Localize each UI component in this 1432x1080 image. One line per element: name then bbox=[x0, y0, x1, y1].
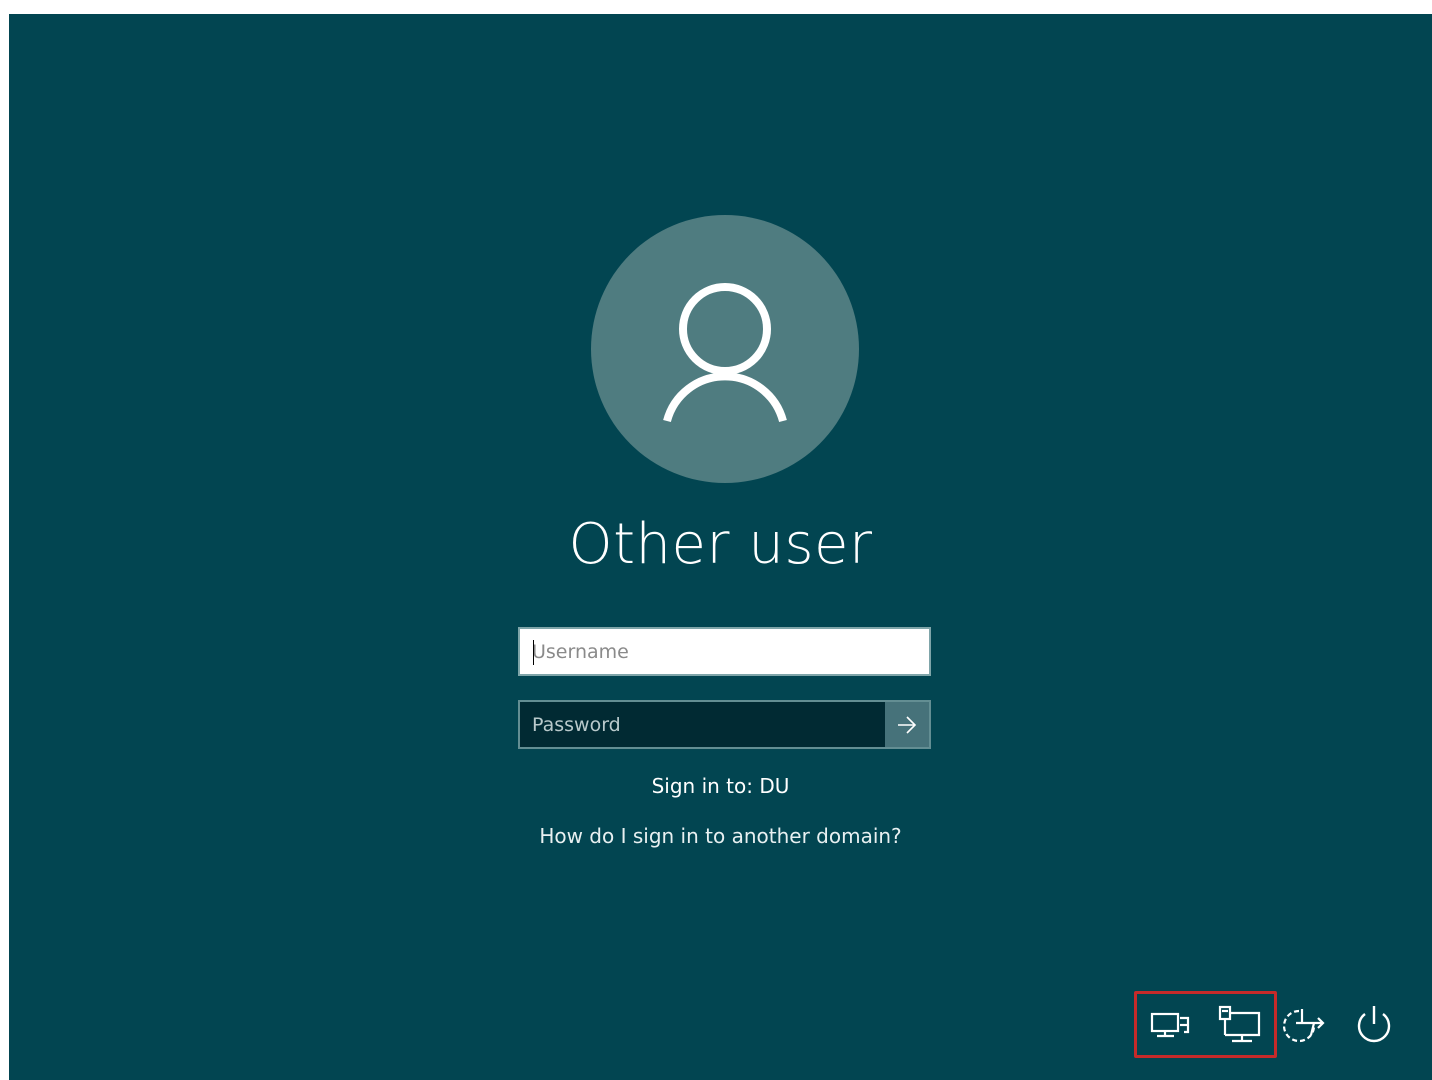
sign-in-domain-text: Sign in to: DU bbox=[651, 774, 790, 798]
user-icon bbox=[663, 283, 787, 423]
user-avatar bbox=[591, 215, 859, 483]
network-icon[interactable] bbox=[1147, 1000, 1197, 1050]
password-field[interactable] bbox=[518, 700, 931, 749]
ease-of-access-icon[interactable] bbox=[1281, 1000, 1331, 1050]
domain-help-link[interactable]: How do I sign in to another domain? bbox=[9, 824, 1432, 848]
username-field[interactable] bbox=[518, 627, 931, 676]
remote-desktop-icon[interactable] bbox=[1215, 1000, 1265, 1050]
username-input[interactable] bbox=[520, 629, 929, 674]
user-name-heading: Other user bbox=[568, 512, 873, 577]
password-input[interactable] bbox=[520, 702, 885, 747]
power-icon[interactable] bbox=[1349, 1000, 1399, 1050]
lock-screen: Other user Sign in to: DU How do I sign … bbox=[9, 14, 1432, 1080]
arrow-right-icon bbox=[898, 715, 917, 734]
text-caret bbox=[533, 640, 534, 665]
submit-button[interactable] bbox=[885, 702, 929, 747]
